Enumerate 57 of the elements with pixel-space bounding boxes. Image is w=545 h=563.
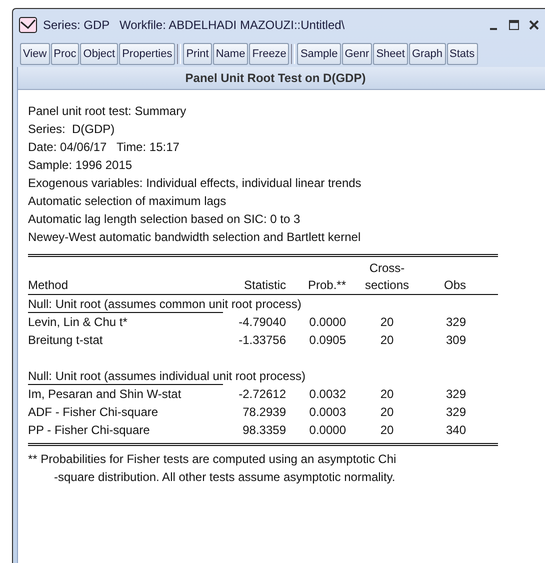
toolbar-button[interactable]: Freeze	[249, 43, 290, 65]
column-header: Method	[28, 277, 70, 294]
table-cell-text: 98.3359	[242, 422, 286, 439]
toolbar-button[interactable]: Stats	[446, 43, 478, 65]
table-cell-text: 309	[444, 332, 467, 349]
table-cell-text: 0.0000	[308, 314, 347, 331]
summary-line: Exogenous variables: Individual effects, individual linear trends	[28, 175, 362, 192]
column-header: Statistic	[242, 277, 286, 294]
table-cell-text: 0.0905	[308, 332, 347, 349]
summary-line: Series: D(GDP)	[28, 121, 116, 138]
toolbar-button[interactable]: Sample	[297, 43, 341, 65]
summary-line: Sample: 1996 2015	[28, 157, 134, 174]
column-header: Cross- sections	[364, 260, 410, 294]
footnote: ** Probabilities for Fisher tests are computed using an asymptotic Chi	[28, 451, 398, 468]
maximize-icon[interactable]	[509, 20, 519, 30]
table-cell-text: 0.0032	[308, 386, 347, 403]
table-cell-text: 20	[379, 332, 395, 349]
table-cell-text: 20	[379, 422, 395, 439]
table-cell-text: 0.0000	[308, 422, 347, 439]
summary-line: Panel unit root test: Summary	[28, 103, 188, 120]
toolbar-button[interactable]: Print	[183, 43, 212, 65]
table-cell-text: 0.0003	[308, 404, 347, 421]
table-cell-text: 329	[444, 404, 467, 421]
close-icon[interactable]	[529, 20, 539, 30]
summary-line: Automatic selection of maximum lags	[28, 193, 228, 210]
table-cell-text: Im, Pesaran and Shin W-stat	[28, 386, 182, 403]
table-cell-text: -4.79040	[238, 314, 286, 331]
toolbar-button[interactable]: Genr	[342, 43, 372, 65]
table-cell-text: 20	[379, 386, 395, 403]
table-cell-text: -2.72612	[238, 386, 286, 403]
toolbar-button[interactable]: Name	[212, 43, 248, 65]
toolbar-button[interactable]: Properties	[119, 43, 176, 65]
table-cell-text: 340	[444, 422, 467, 439]
table-cell-text: -1.33756	[238, 332, 286, 349]
footnote: -square distribution. All other tests assume asymptotic normality.	[53, 469, 396, 486]
table-cell-text: 78.2939	[242, 404, 286, 421]
toolbar-button[interactable]: Sheet	[373, 43, 408, 65]
table-cell-text: 329	[444, 314, 467, 331]
summary-line: Automatic lag length selection based on SIC: 0 to 3	[28, 211, 302, 228]
table-cell-text: 20	[379, 314, 395, 331]
table-cell-text: 329	[444, 386, 467, 403]
output-title: Panel Unit Root Test on D(GDP)	[18, 67, 545, 90]
toolbar-button[interactable]: View	[20, 43, 50, 65]
toolbar-button[interactable]: Graph	[408, 43, 446, 65]
column-header: Prob.**	[306, 277, 347, 294]
summary-line: Newey-West automatic bandwidth selection and Bartlett kernel	[28, 229, 362, 246]
table-cell-text: PP - Fisher Chi-square	[28, 422, 151, 439]
line-chart-icon	[19, 17, 37, 33]
column-header: Obs	[442, 277, 467, 294]
window-title: Series: GDP Workfile: ABDELHADI MAZOUZI::Untitled\	[43, 18, 346, 32]
toolbar-button[interactable]: Object	[80, 43, 118, 65]
table-cell-text: Breitung t-stat	[28, 332, 104, 349]
summary-line: Date: 04/06/17 Time: 15:17	[28, 139, 180, 156]
toolbar-button[interactable]: Proc	[50, 43, 80, 65]
table-cell-text: ADF - Fisher Chi-square	[28, 404, 160, 421]
table-cell-text: Levin, Lin & Chu t*	[28, 314, 128, 331]
table-cell-text: 20	[379, 404, 395, 421]
